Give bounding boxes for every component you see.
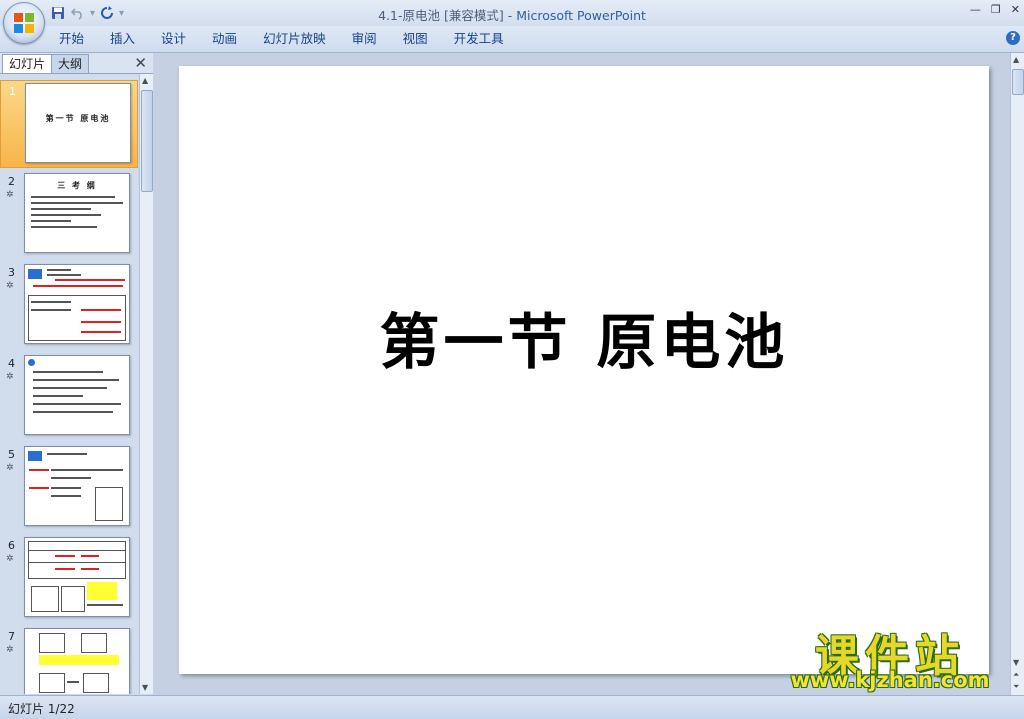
close-icon[interactable]: ✕ — [1011, 3, 1020, 16]
tab-slides[interactable]: 幻灯片 — [2, 54, 53, 73]
slide-number: 1 — [9, 85, 16, 98]
animation-star-icon: ✲ — [6, 372, 14, 382]
ribbon-tab-bar: 开始 插入 设计 动画 幻灯片放映 审阅 视图 开发工具 ? — [0, 26, 1024, 53]
close-pane-icon[interactable]: ✕ — [134, 54, 147, 72]
watermark-logo: 课件站 www.kjzhan.com — [774, 620, 1006, 692]
slide-preview: 第一节 原电池 — [25, 83, 131, 163]
tab-developer[interactable]: 开发工具 — [441, 31, 517, 47]
previous-slide-icon[interactable]: ⏶ — [1013, 670, 1019, 680]
office-button[interactable] — [3, 2, 45, 44]
animation-star-icon: ✲ — [6, 190, 14, 200]
tab-insert[interactable]: 插入 — [97, 31, 148, 47]
title-separator: - — [503, 8, 517, 23]
window-title: 4.1-原电池 [兼容模式] - Microsoft PowerPoint — [0, 5, 1024, 24]
scroll-up-icon[interactable]: ▲ — [142, 76, 148, 85]
slide-preview — [24, 264, 130, 344]
slide-thumbnail[interactable]: 1 第一节 原电池 — [0, 80, 138, 168]
scrollbar-thumb[interactable] — [141, 90, 153, 192]
slide-counter: 幻灯片 1/22 — [8, 702, 75, 716]
slide-title[interactable]: 第一节 原电池 — [179, 294, 989, 381]
slide-number: 3 — [8, 266, 15, 279]
slide-number: 6 — [8, 539, 15, 552]
slide-number: 2 — [8, 175, 15, 188]
slide-scrollbar[interactable]: ▲ ▼ ⏶ ⏷ — [1010, 53, 1024, 695]
slide-thumbnail[interactable]: 4 ✲ — [0, 353, 138, 441]
window-controls: — ❐ ✕ — [970, 3, 1020, 16]
animation-star-icon: ✲ — [6, 463, 14, 473]
slide-editing-area: 第一节 原电池 — [154, 53, 1010, 695]
slide-thumbnail[interactable]: 7 ✲ — [0, 626, 138, 694]
slide-preview-title: 第一节 原电池 — [45, 114, 111, 123]
slide-thumbnail-list: 1 第一节 原电池 2 ✲ 三 考 纲 3 ✲ 4 ✲ 5 ✲ 6 ✲ 7 ✲ — [0, 74, 138, 694]
slide-preview — [24, 446, 130, 526]
animation-star-icon: ✲ — [6, 281, 14, 291]
thumbnail-scrollbar[interactable]: ▲ ▼ — [139, 74, 153, 694]
minimize-icon[interactable]: — — [970, 3, 981, 16]
tab-review[interactable]: 审阅 — [339, 31, 390, 47]
pane-tab-bar: 幻灯片 大纲 ✕ — [0, 53, 153, 74]
slide-thumbnail[interactable]: 5 ✲ — [0, 444, 138, 532]
tab-home[interactable]: 开始 — [46, 31, 97, 47]
status-bar: 幻灯片 1/22 — [0, 695, 1024, 719]
slide-thumbnail[interactable]: 2 ✲ 三 考 纲 — [0, 171, 138, 259]
title-bar: ▾ ▾ 4.1-原电池 [兼容模式] - Microsoft PowerPoin… — [0, 0, 1024, 26]
tab-animations[interactable]: 动画 — [199, 31, 250, 47]
document-title: 4.1-原电池 [兼容模式] — [378, 8, 504, 23]
slide-preview: 三 考 纲 — [24, 173, 130, 253]
watermark-url: www.kjzhan.com — [790, 668, 990, 692]
scroll-down-icon[interactable]: ▼ — [1013, 658, 1019, 667]
restore-icon[interactable]: ❐ — [991, 3, 1001, 16]
slide-thumbnail[interactable]: 6 ✲ — [0, 535, 138, 623]
help-icon[interactable]: ? — [1006, 31, 1020, 45]
tab-slideshow[interactable]: 幻灯片放映 — [250, 31, 339, 47]
tab-outline[interactable]: 大纲 — [51, 54, 90, 73]
tab-view[interactable]: 视图 — [390, 31, 441, 47]
slide-preview-title: 三 考 纲 — [57, 181, 97, 190]
scroll-up-icon[interactable]: ▲ — [1013, 55, 1019, 64]
animation-star-icon: ✲ — [6, 645, 14, 655]
slides-pane: 幻灯片 大纲 ✕ 1 第一节 原电池 2 ✲ 三 考 纲 3 ✲ 4 ✲ 5 ✲… — [0, 53, 153, 695]
slide-thumbnail[interactable]: 3 ✲ — [0, 262, 138, 350]
office-logo-icon — [14, 13, 34, 33]
app-name: Microsoft PowerPoint — [516, 8, 646, 23]
slide-preview — [24, 628, 130, 694]
scroll-down-icon[interactable]: ▼ — [142, 683, 148, 692]
current-slide[interactable]: 第一节 原电池 — [179, 66, 989, 674]
next-slide-icon[interactable]: ⏷ — [1013, 682, 1019, 692]
tab-design[interactable]: 设计 — [148, 31, 199, 47]
animation-star-icon: ✲ — [6, 554, 14, 564]
slide-preview — [24, 355, 130, 435]
slide-preview — [24, 537, 130, 617]
scrollbar-thumb[interactable] — [1012, 69, 1024, 95]
slide-number: 5 — [8, 448, 15, 461]
slide-number: 4 — [8, 357, 15, 370]
slide-number: 7 — [8, 630, 15, 643]
